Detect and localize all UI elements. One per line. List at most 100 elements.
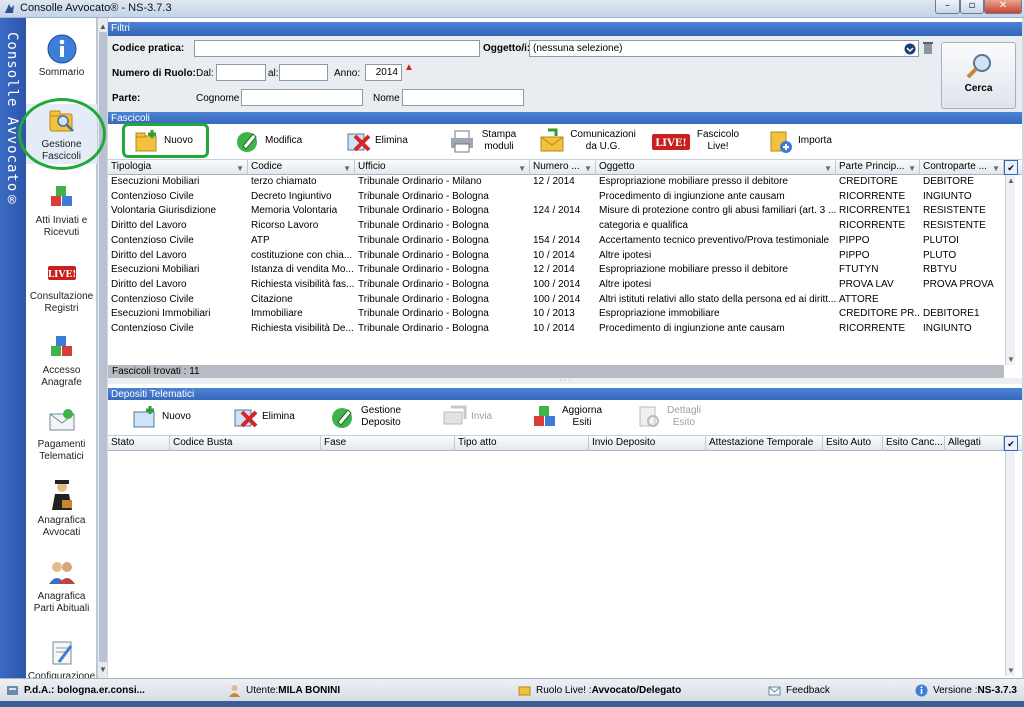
filter-icon[interactable]: ▼ — [236, 162, 244, 175]
filter-icon[interactable]: ▼ — [343, 162, 351, 175]
col-ufficio[interactable]: Ufficio ▼ — [355, 160, 530, 175]
stampa-moduli-button[interactable]: Stampa moduli — [449, 124, 519, 158]
col-codice[interactable]: Codice ▼ — [248, 160, 355, 175]
col-oggetto[interactable]: Oggetto ▼ — [596, 160, 836, 175]
sidebar-item-accesso-anagrafe[interactable]: Accesso Anagrafe — [26, 332, 97, 389]
filter-icon[interactable]: ▼ — [584, 162, 592, 175]
col-attestazione[interactable]: Attestazione Temporale — [706, 436, 823, 451]
codice-pratica-input[interactable] — [194, 40, 480, 57]
elimina-deposito-button[interactable]: Elimina — [232, 400, 295, 434]
pda-status: P.d.A.: bologna.er.consi... — [6, 684, 145, 697]
cell-controparte: RESISTENTE — [923, 205, 986, 217]
cognome-input[interactable] — [241, 89, 363, 106]
cell-numero: 12 / 2014 — [533, 176, 575, 187]
fascicolo-live-button[interactable]: LIVE! Fascicolo Live! — [651, 124, 741, 158]
splitter[interactable]: · · · — [108, 377, 1022, 384]
cell-numero: 154 / 2014 — [533, 234, 581, 246]
col-esito-auto[interactable]: Esito Auto — [823, 436, 883, 451]
gestione-deposito-button[interactable]: Gestione Deposito — [330, 400, 402, 434]
col-tipo-atto[interactable]: Tipo atto — [455, 436, 589, 451]
al-input[interactable] — [279, 64, 328, 81]
cell-controparte: INGIUNTO — [923, 190, 972, 202]
table-row[interactable]: Contenzioso Civile Decreto Ingiuntivo Trib… — [108, 190, 1004, 205]
invia-button[interactable]: Invia — [441, 400, 492, 434]
scroll-down-icon[interactable]: ▼ — [1007, 666, 1015, 675]
depositi-scrollbar[interactable]: ▼ — [1005, 451, 1015, 676]
cerca-button[interactable]: Cerca — [941, 42, 1016, 109]
cell-oggetto: Espropriazione immobiliare — [599, 308, 720, 320]
col-fase[interactable]: Fase — [321, 436, 455, 451]
sidebar-item-anagrafica-avvocati[interactable]: Anagrafica Avvocati — [26, 478, 97, 539]
feedback-label: Feedback — [786, 685, 830, 696]
table-row[interactable]: Diritto del Lavoro Richiesta visibilità f… — [108, 278, 1004, 293]
column-chooser-icon[interactable]: ✔ — [1004, 436, 1018, 451]
cell-tipologia: Contenzioso Civile — [111, 190, 194, 202]
cell-oggetto: categoria e qualifica — [599, 220, 688, 232]
col-controparte[interactable]: Controparte ... ▼ — [920, 160, 1004, 175]
utente-value: MILA BONINI — [278, 685, 341, 696]
table-row[interactable]: Contenzioso Civile Citazione Tribunale Ord… — [108, 293, 1004, 308]
modifica-button[interactable]: Modifica — [235, 124, 302, 158]
cell-controparte: RESISTENTE — [923, 220, 986, 232]
nuovo-deposito-button[interactable]: Nuovo — [132, 400, 191, 434]
anno-stepper-icon[interactable]: ▲ — [404, 62, 414, 73]
col-invio-deposito[interactable]: Invio Deposito — [589, 436, 706, 451]
cell-numero: 100 / 2014 — [533, 293, 581, 305]
scroll-down-icon[interactable]: ▼ — [1007, 355, 1015, 364]
sidebar-item-atti-inviati[interactable]: Atti Inviati e Ricevuti — [26, 182, 97, 239]
aggiorna-esiti-button[interactable]: Aggiorna Esiti — [532, 400, 602, 434]
table-row[interactable]: Contenzioso Civile ATP Tribunale Ordinario… — [108, 234, 1004, 249]
elimina-button[interactable]: Elimina — [345, 124, 408, 158]
col-parte-principale[interactable]: Parte Princip... ▼ — [836, 160, 920, 175]
table-row[interactable]: Esecuzioni Mobiliari Istanza di vendita M… — [108, 263, 1004, 278]
oggetto-select[interactable]: (nessuna selezione) — [529, 40, 919, 57]
cubes-icon — [534, 406, 555, 426]
cerca-label: Cerca — [964, 83, 993, 94]
envelope-icon — [540, 128, 564, 152]
sidebar-item-consultazione-registri[interactable]: LIVE! Consultazione Registri — [26, 258, 97, 315]
sidebar-item-label: Pagamenti Telematici — [37, 439, 86, 462]
comunicazioni-button[interactable]: Comunicazioni da U.G. — [539, 124, 637, 158]
table-row[interactable]: Diritto del Lavoro costituzione con chia.… — [108, 249, 1004, 264]
table-row[interactable]: Volontaria Giurisdizione Memoria Volontar… — [108, 204, 1004, 219]
filter-icon[interactable]: ▼ — [518, 162, 526, 175]
col-numero[interactable]: Numero ... ▼ — [530, 160, 596, 175]
column-chooser-icon[interactable]: ✔ — [1004, 160, 1018, 175]
cell-ufficio: Tribunale Ordinario - Bologna — [358, 323, 489, 334]
col-allegati[interactable]: Allegati — [945, 436, 1004, 451]
sidebar-item-configurazione[interactable]: Configurazione — [26, 638, 97, 683]
fascicoli-scrollbar[interactable]: ▲ ▼ — [1005, 175, 1015, 365]
table-row[interactable]: Esecuzioni Immobiliari Immobiliare Tribuna… — [108, 307, 1004, 322]
dropdown-icon[interactable] — [904, 43, 916, 55]
importa-button[interactable]: Importa — [768, 124, 832, 158]
minimize-button[interactable]: – — [935, 0, 960, 14]
cell-controparte: DEBITORE — [923, 176, 974, 187]
table-row[interactable]: Esecuzioni Mobiliari terzo chiamato Tribun… — [108, 175, 1004, 190]
col-tipologia[interactable]: Tipologia ▼ — [108, 160, 248, 175]
cell-parte: CREDITORE PR... — [839, 308, 920, 320]
cell-tipologia: Contenzioso Civile — [111, 293, 194, 305]
table-row[interactable]: Diritto del Lavoro Ricorso Lavoro Tribunal… — [108, 219, 1004, 234]
filter-icon[interactable]: ▼ — [824, 162, 832, 175]
close-button[interactable]: ✕ — [984, 0, 1022, 14]
maximize-button[interactable]: ▫ — [960, 0, 984, 14]
scroll-up-icon[interactable]: ▲ — [1007, 176, 1015, 185]
dal-input[interactable] — [216, 64, 266, 81]
col-esito-canc[interactable]: Esito Canc... — [883, 436, 945, 451]
filter-icon[interactable]: ▼ — [908, 162, 916, 175]
sidebar-item-sommario[interactable]: Sommario — [26, 34, 97, 79]
filter-icon[interactable]: ▼ — [992, 162, 1000, 175]
col-codice-busta[interactable]: Codice Busta — [170, 436, 321, 451]
sidebar-item-anagrafica-parti[interactable]: Anagrafica Parti Abituali — [26, 558, 97, 615]
feedback-link[interactable]: Feedback — [768, 684, 830, 697]
cell-ufficio: Tribunale Ordinario - Bologna — [358, 264, 489, 276]
dettagli-esito-button[interactable]: Dettagli Esito — [636, 400, 702, 434]
anno-input[interactable]: 2014 — [365, 64, 402, 81]
col-stato[interactable]: Stato — [108, 436, 170, 451]
scroll-down-icon[interactable]: ▼ — [99, 665, 107, 674]
table-row[interactable]: Contenzioso Civile Richiesta visibilità D… — [108, 322, 1004, 337]
nome-input[interactable] — [402, 89, 524, 106]
scroll-up-icon[interactable]: ▲ — [99, 22, 107, 31]
trash-icon[interactable] — [922, 41, 934, 55]
sidebar-item-pagamenti-telematici[interactable]: Pagamenti Telematici — [26, 406, 97, 463]
